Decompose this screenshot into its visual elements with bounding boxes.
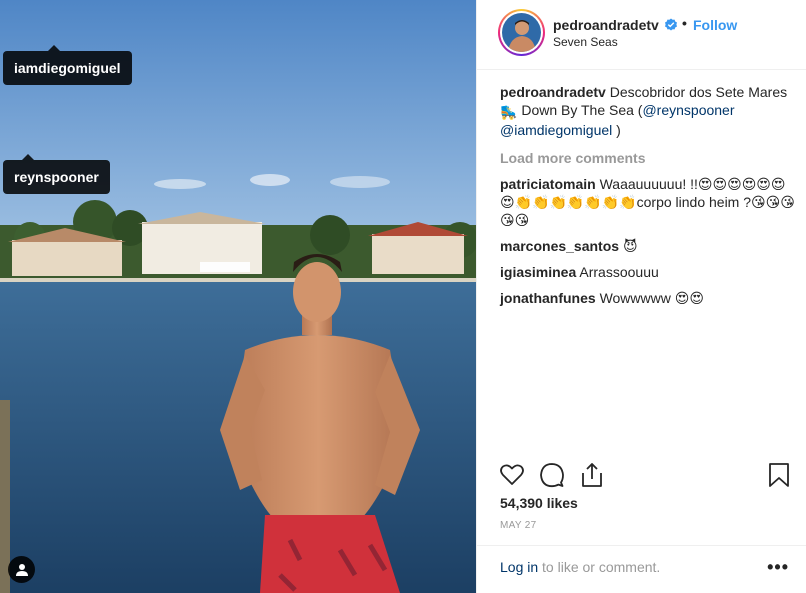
load-more-comments-button[interactable]: Load more comments (500, 149, 795, 167)
bookmark-icon[interactable] (766, 462, 792, 488)
comments-list: pedroandradetv Descobridor dos Sete Mare… (500, 83, 795, 315)
photo-tag-label: iamdiegomiguel (14, 60, 121, 76)
heart-icon[interactable] (499, 462, 525, 488)
avatar[interactable] (498, 9, 545, 56)
comment-text: Arrassoouuu (579, 264, 659, 280)
comment-footer: Log in to like or comment. ••• (477, 545, 806, 593)
post-header: pedroandradetv • Follow Seven Seas (477, 0, 806, 70)
post-photo[interactable]: iamdiegomiguel reynspooner (0, 0, 476, 593)
comment-username[interactable]: igiasiminea (500, 264, 576, 280)
photo-tag-iamdiegomiguel[interactable]: iamdiegomiguel (3, 45, 132, 85)
comment-text: 😈 (622, 238, 638, 254)
caption-text: Descobridor dos Sete Mares (609, 84, 788, 100)
header-separator: • (682, 15, 687, 31)
caption-username[interactable]: pedroandradetv (500, 84, 606, 100)
photo-tag-label: reynspooner (14, 169, 99, 185)
comment-item: igiasiminea Arrassoouuu (500, 263, 795, 281)
comment-text: Wowwwww 😍😍 (599, 290, 704, 306)
post-date[interactable]: MAY 27 (500, 520, 536, 531)
location-link[interactable]: Seven Seas (553, 35, 618, 49)
mention-link[interactable]: @iamdiegomiguel (500, 122, 612, 138)
caption-text-2: Down By The Sea ( (521, 102, 643, 118)
comment-username[interactable]: jonathanfunes (500, 290, 596, 306)
verified-badge-icon (665, 18, 677, 31)
comment-item: patriciatomain Waaauuuuuu! !!😍😍😍😍😍😍😍👏👏👏👏… (500, 175, 795, 229)
caption-emoji: 🛼 (500, 104, 518, 120)
login-prompt: Log in to like or comment. (500, 559, 660, 575)
caption: pedroandradetv Descobridor dos Sete Mare… (500, 83, 795, 139)
post-image (0, 0, 476, 593)
comment-item: jonathanfunes Wowwwww 😍😍 (500, 289, 795, 307)
mention-link[interactable]: @reynspooner (642, 102, 734, 118)
caption-close: ) (616, 122, 621, 138)
login-link[interactable]: Log in (500, 559, 538, 575)
avatar-image (502, 13, 541, 52)
follow-button[interactable]: Follow (693, 17, 737, 33)
person-icon (15, 563, 28, 576)
share-icon[interactable] (579, 462, 605, 488)
action-bar (477, 450, 806, 498)
post-side-panel: pedroandradetv • Follow Seven Seas pedro… (476, 0, 806, 593)
comment-username[interactable]: marcones_santos (500, 238, 619, 254)
login-prompt-text: to like or comment. (538, 559, 661, 575)
comment-item: marcones_santos 😈 (500, 237, 795, 255)
more-options-button[interactable]: ••• (767, 557, 789, 578)
comment-username[interactable]: patriciatomain (500, 176, 596, 192)
photo-tag-reynspooner[interactable]: reynspooner (3, 154, 110, 194)
likes-count[interactable]: 54,390 likes (500, 495, 578, 511)
comment-icon[interactable] (539, 462, 565, 488)
tagged-users-button[interactable] (8, 556, 35, 583)
header-username[interactable]: pedroandradetv (553, 17, 659, 33)
